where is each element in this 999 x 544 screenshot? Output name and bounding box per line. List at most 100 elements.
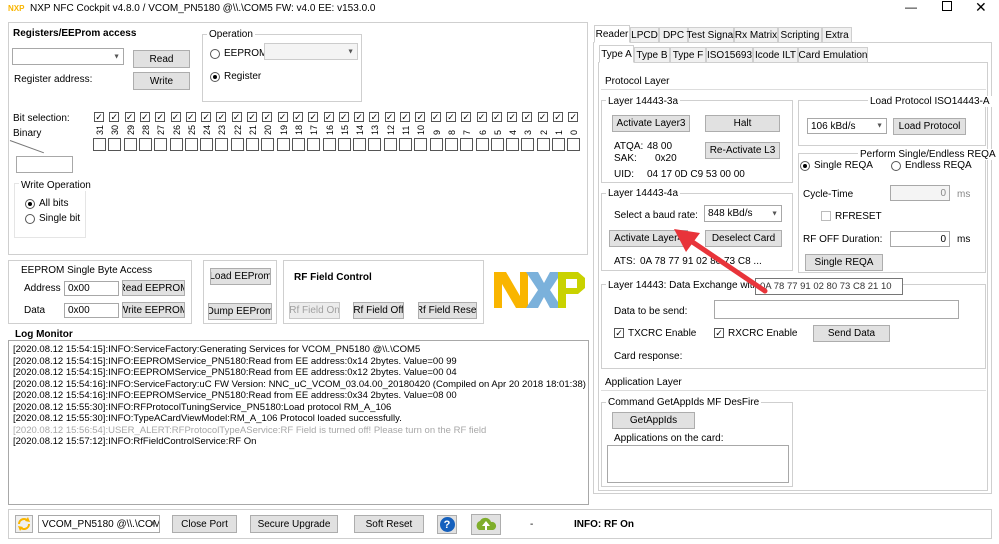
bit-value-box[interactable] <box>460 138 474 151</box>
bit-checkbox[interactable]: ✓ <box>277 112 288 122</box>
bit-value-box[interactable] <box>353 138 367 151</box>
single-bit-radio[interactable] <box>25 214 35 224</box>
bit-value-box[interactable] <box>307 138 321 151</box>
txcrc-checkbox[interactable]: ✓ <box>614 328 624 338</box>
bit-value-box[interactable] <box>261 138 275 151</box>
send-data-button[interactable]: Send Data <box>813 325 890 342</box>
bit-value-box[interactable] <box>536 138 550 151</box>
load-eeprom-button[interactable]: Load EEProm <box>210 268 271 285</box>
tab-lpcd[interactable]: LPCD <box>630 27 659 43</box>
rf-field-off-button[interactable]: Rf Field Off <box>353 302 404 319</box>
bit-checkbox[interactable]: ✓ <box>568 112 579 122</box>
bit-value-box[interactable] <box>552 138 565 151</box>
bit-value-box[interactable] <box>184 138 198 151</box>
bit-value-box[interactable] <box>246 138 259 151</box>
tab-type-f[interactable]: Type F <box>670 47 706 63</box>
halt-button[interactable]: Halt <box>705 115 780 132</box>
bit-checkbox[interactable]: ✓ <box>170 112 181 122</box>
endless-reqa-radio[interactable] <box>891 161 901 171</box>
getappids-button[interactable]: GetAppIds <box>612 412 695 429</box>
close-icon[interactable]: ✕ <box>975 0 987 16</box>
rfreset-checkbox[interactable] <box>821 211 831 221</box>
bit-checkbox[interactable]: ✓ <box>354 112 365 122</box>
bit-value-box[interactable] <box>383 138 397 151</box>
bit-value-box[interactable] <box>215 138 229 151</box>
bit-checkbox[interactable]: ✓ <box>308 112 319 122</box>
read-button[interactable]: Read <box>133 50 190 68</box>
tab-iso15693[interactable]: ISO15693 <box>706 47 753 63</box>
bit-checkbox[interactable]: ✓ <box>384 112 395 122</box>
eeprom-select[interactable]: ▼ <box>264 43 358 60</box>
rf-off-duration-field[interactable]: 0 <box>890 231 950 247</box>
bit-checkbox[interactable]: ✓ <box>430 112 441 122</box>
bit-checkbox[interactable]: ✓ <box>415 112 426 122</box>
bit-checkbox[interactable]: ✓ <box>476 112 487 122</box>
minimize-icon[interactable]: — <box>905 0 917 14</box>
bit-checkbox[interactable]: ✓ <box>247 112 257 122</box>
protocol-baud-select[interactable]: 106 kBd/s ▼ <box>807 118 887 134</box>
activate-layer3-button[interactable]: Activate Layer3 <box>612 115 690 132</box>
bit-checkbox[interactable]: ✓ <box>124 112 135 122</box>
bit-value-box[interactable] <box>169 138 183 151</box>
tab-dpc[interactable]: DPC <box>659 27 688 43</box>
cloud-upload-icon[interactable] <box>471 514 501 535</box>
bit-value-box[interactable] <box>200 138 214 151</box>
bit-checkbox[interactable]: ✓ <box>94 112 104 122</box>
tab-scripting[interactable]: Scripting <box>778 27 822 43</box>
bit-value-box[interactable] <box>429 138 443 151</box>
bit-checkbox[interactable]: ✓ <box>507 112 518 122</box>
all-bits-radio[interactable] <box>25 199 35 209</box>
bit-checkbox[interactable]: ✓ <box>369 112 380 122</box>
help-icon[interactable]: ? <box>437 515 457 534</box>
bit-checkbox[interactable]: ✓ <box>323 112 334 122</box>
bit-value-box[interactable] <box>276 138 290 151</box>
bit-checkbox[interactable]: ✓ <box>262 112 273 122</box>
bit-value-box[interactable] <box>291 138 305 151</box>
bit-value-box[interactable] <box>93 138 106 151</box>
bit-checkbox[interactable]: ✓ <box>231 112 242 122</box>
binary-value-field[interactable] <box>16 156 73 173</box>
apps-list[interactable] <box>607 445 789 483</box>
load-protocol-button[interactable]: Load Protocol <box>893 118 966 135</box>
bit-value-box[interactable] <box>368 138 382 151</box>
cycle-time-field[interactable]: 0 <box>890 185 950 201</box>
bit-value-box[interactable] <box>490 138 504 151</box>
tab-rx-matrix[interactable]: Rx Matrix <box>734 27 778 43</box>
bit-checkbox[interactable]: ✓ <box>491 112 502 122</box>
tab-icode-ilt[interactable]: Icode ILT <box>753 47 798 63</box>
log-monitor[interactable]: [2020.08.12 15:54:15]:INFO:ServiceFactor… <box>8 340 589 505</box>
bit-value-box[interactable] <box>444 138 458 151</box>
secure-upgrade-button[interactable]: Secure Upgrade <box>250 515 338 533</box>
refresh-icon[interactable] <box>15 515 33 533</box>
bit-value-box[interactable] <box>123 138 137 151</box>
bit-value-box[interactable] <box>230 138 244 151</box>
register-select[interactable]: ▼ <box>12 48 124 65</box>
single-reqa-radio[interactable] <box>800 161 810 171</box>
register-radio[interactable] <box>210 72 220 82</box>
bit-value-box[interactable] <box>506 138 520 151</box>
tab-extra[interactable]: Extra <box>822 27 852 43</box>
bit-value-box[interactable] <box>337 138 351 151</box>
bit-checkbox[interactable]: ✓ <box>400 112 410 122</box>
tab-card-emulation[interactable]: Card Emulation <box>798 47 868 63</box>
dump-eeprom-button[interactable]: Dump EEProm <box>208 303 272 320</box>
tab-type-a[interactable]: Type A <box>599 45 634 63</box>
bit-checkbox[interactable]: ✓ <box>445 112 456 122</box>
bit-checkbox[interactable]: ✓ <box>537 112 548 122</box>
rf-field-reset-button[interactable]: Rf Field Reset <box>418 302 477 319</box>
bit-value-box[interactable] <box>138 138 152 151</box>
single-reqa-button[interactable]: Single REQA <box>805 254 883 271</box>
bit-value-box[interactable] <box>108 138 122 151</box>
bit-value-box[interactable] <box>154 138 168 151</box>
bit-value-box[interactable] <box>322 138 336 151</box>
bit-checkbox[interactable]: ✓ <box>109 112 120 122</box>
bit-checkbox[interactable]: ✓ <box>139 112 150 122</box>
bit-checkbox[interactable]: ✓ <box>553 112 563 122</box>
layer4-baud-select[interactable]: 848 kBd/s ▼ <box>704 205 782 222</box>
bit-checkbox[interactable]: ✓ <box>201 112 212 122</box>
read-eeprom-button[interactable]: Read EEPROM <box>122 280 185 296</box>
tab-type-b[interactable]: Type B <box>634 47 670 63</box>
bit-value-box[interactable] <box>399 138 412 151</box>
tab-test-signal[interactable]: Test Signal <box>687 27 735 43</box>
reactivate-l3-button[interactable]: Re-Activate L3 <box>705 142 780 159</box>
